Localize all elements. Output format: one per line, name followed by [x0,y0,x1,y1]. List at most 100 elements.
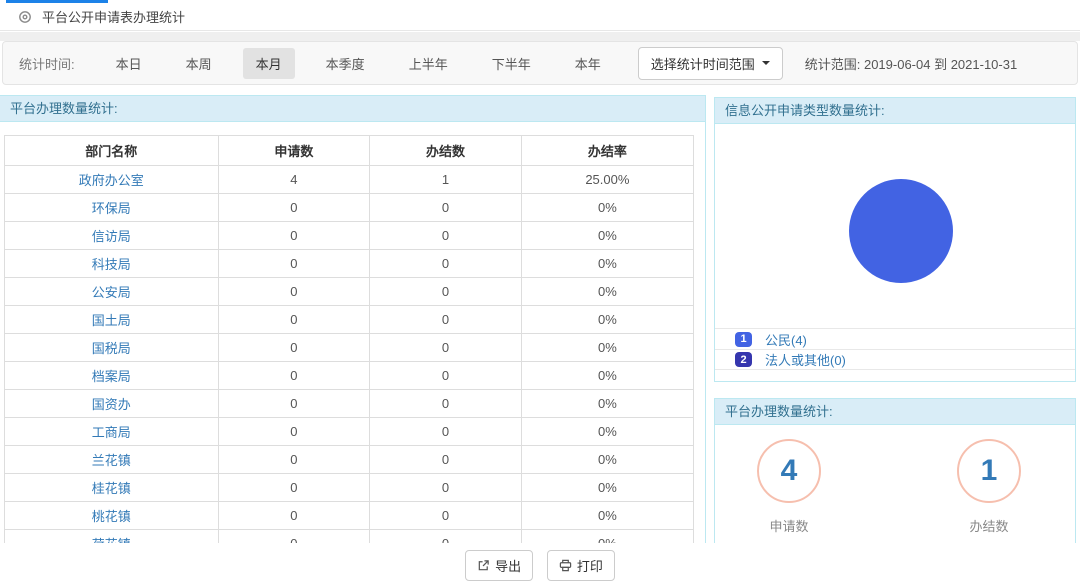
table-cell: 0 [370,250,522,278]
table-cell: 0 [218,502,370,530]
table-row: 荷花镇000% [5,530,694,544]
table-row: 工商局000% [5,418,694,446]
stat-ring: 1 [957,439,1021,503]
department-link[interactable]: 工商局 [5,418,219,446]
table-row: 档案局000% [5,362,694,390]
table-row: 桃花镇000% [5,502,694,530]
eye-icon [18,10,32,24]
table-row: 环保局000% [5,194,694,222]
filter-bar: 统计时间: 本日本周本月本季度上半年下半年本年 选择统计时间范围 统计范围: 2… [2,41,1078,85]
department-link[interactable]: 环保局 [5,194,219,222]
table-cell: 0 [370,362,522,390]
table-cell: 0 [370,418,522,446]
table-cell: 0% [521,334,693,362]
date-range-dropdown[interactable]: 选择统计时间范围 [638,47,783,80]
filter-option-下半年[interactable]: 下半年 [479,48,544,79]
filter-option-本周[interactable]: 本周 [173,48,225,79]
table-cell: 1 [370,166,522,194]
department-link[interactable]: 国税局 [5,334,219,362]
legend-item[interactable]: 2法人或其他(0) [715,349,1075,370]
legend-label: 公民(4) [765,330,807,349]
table-row: 国税局000% [5,334,694,362]
legend-badge: 2 [735,352,752,367]
table-row: 桂花镇000% [5,474,694,502]
date-range-dropdown-label: 选择统计时间范围 [651,54,755,73]
table-row: 国资办000% [5,390,694,418]
filter-option-本月[interactable]: 本月 [243,48,295,79]
table-row: 兰花镇000% [5,446,694,474]
print-button-label: 打印 [577,556,603,575]
table-cell: 0 [218,222,370,250]
department-panel-header: 平台办理数量统计: [0,96,705,122]
table-cell: 0% [521,390,693,418]
table-cell: 0% [521,446,693,474]
table-cell: 0 [370,222,522,250]
request-type-panel-header: 信息公开申请类型数量统计: [715,98,1075,124]
department-link[interactable]: 国资办 [5,390,219,418]
department-link[interactable]: 信访局 [5,222,219,250]
table-cell: 25.00% [521,166,693,194]
table-cell: 0% [521,362,693,390]
department-link[interactable]: 公安局 [5,278,219,306]
pie-legend: 1公民(4)2法人或其他(0) [715,328,1075,370]
department-link[interactable]: 桃花镇 [5,502,219,530]
table-row: 公安局000% [5,278,694,306]
filter-options: 本日本周本月本季度上半年下半年本年 [103,48,632,79]
filter-option-本季度[interactable]: 本季度 [313,48,378,79]
column-header: 部门名称 [5,136,219,166]
table-cell: 0 [370,530,522,544]
table-cell: 0 [370,390,522,418]
table-row: 国土局000% [5,306,694,334]
table-cell: 0 [218,362,370,390]
export-button[interactable]: 导出 [465,550,533,581]
print-button[interactable]: 打印 [547,550,615,581]
table-cell: 0% [521,530,693,544]
table-cell: 0 [218,278,370,306]
divider-strip [0,32,1080,41]
page-title: 平台公开申请表办理统计 [42,7,185,26]
app-window: 平台公开申请表办理统计 统计时间: 本日本周本月本季度上半年下半年本年 选择统计… [0,0,1080,587]
export-button-label: 导出 [495,556,521,575]
totals-panel: 平台办理数量统计: 4 申请数 1 办结数 [714,398,1076,543]
filter-option-本日[interactable]: 本日 [103,48,155,79]
table-cell: 0 [218,530,370,544]
table-cell: 0 [370,278,522,306]
table-cell: 0 [370,502,522,530]
filter-label: 统计时间: [19,54,75,73]
department-table: 部门名称申请数办结数办结率 政府办公室4125.00%环保局000%信访局000… [4,135,694,543]
table-cell: 0 [370,306,522,334]
table-cell: 0 [370,334,522,362]
stat-circle-办结数: 1 办结数 [943,439,1035,535]
chevron-down-icon [762,61,770,65]
department-link[interactable]: 兰花镇 [5,446,219,474]
department-link[interactable]: 科技局 [5,250,219,278]
department-link[interactable]: 国土局 [5,306,219,334]
table-cell: 0% [521,502,693,530]
filter-option-本年[interactable]: 本年 [562,48,614,79]
stat-range-text: 统计范围: 2019-06-04 到 2021-10-31 [805,54,1017,73]
department-link[interactable]: 政府办公室 [5,166,219,194]
stat-value: 4 [781,454,798,488]
column-header: 申请数 [218,136,370,166]
stat-label: 办结数 [943,516,1035,535]
stat-circle-申请数: 4 申请数 [743,439,835,535]
table-row: 信访局000% [5,222,694,250]
content-area: 平台办理数量统计: 部门名称申请数办结数办结率 政府办公室4125.00%环保局… [0,95,1080,543]
titlebar: 平台公开申请表办理统计 [0,3,1080,31]
legend-item[interactable]: 1公民(4) [715,328,1075,349]
table-cell: 0 [370,474,522,502]
table-cell: 0 [218,446,370,474]
stat-label: 申请数 [743,516,835,535]
table-row: 政府办公室4125.00% [5,166,694,194]
filter-option-上半年[interactable]: 上半年 [396,48,461,79]
totals-panel-header: 平台办理数量统计: [715,399,1075,425]
column-header: 办结率 [521,136,693,166]
table-cell: 0 [218,194,370,222]
table-cell: 0% [521,250,693,278]
department-link[interactable]: 桂花镇 [5,474,219,502]
department-link[interactable]: 荷花镇 [5,530,219,544]
table-cell: 0% [521,306,693,334]
table-cell: 0 [218,334,370,362]
table-row: 科技局000% [5,250,694,278]
department-link[interactable]: 档案局 [5,362,219,390]
